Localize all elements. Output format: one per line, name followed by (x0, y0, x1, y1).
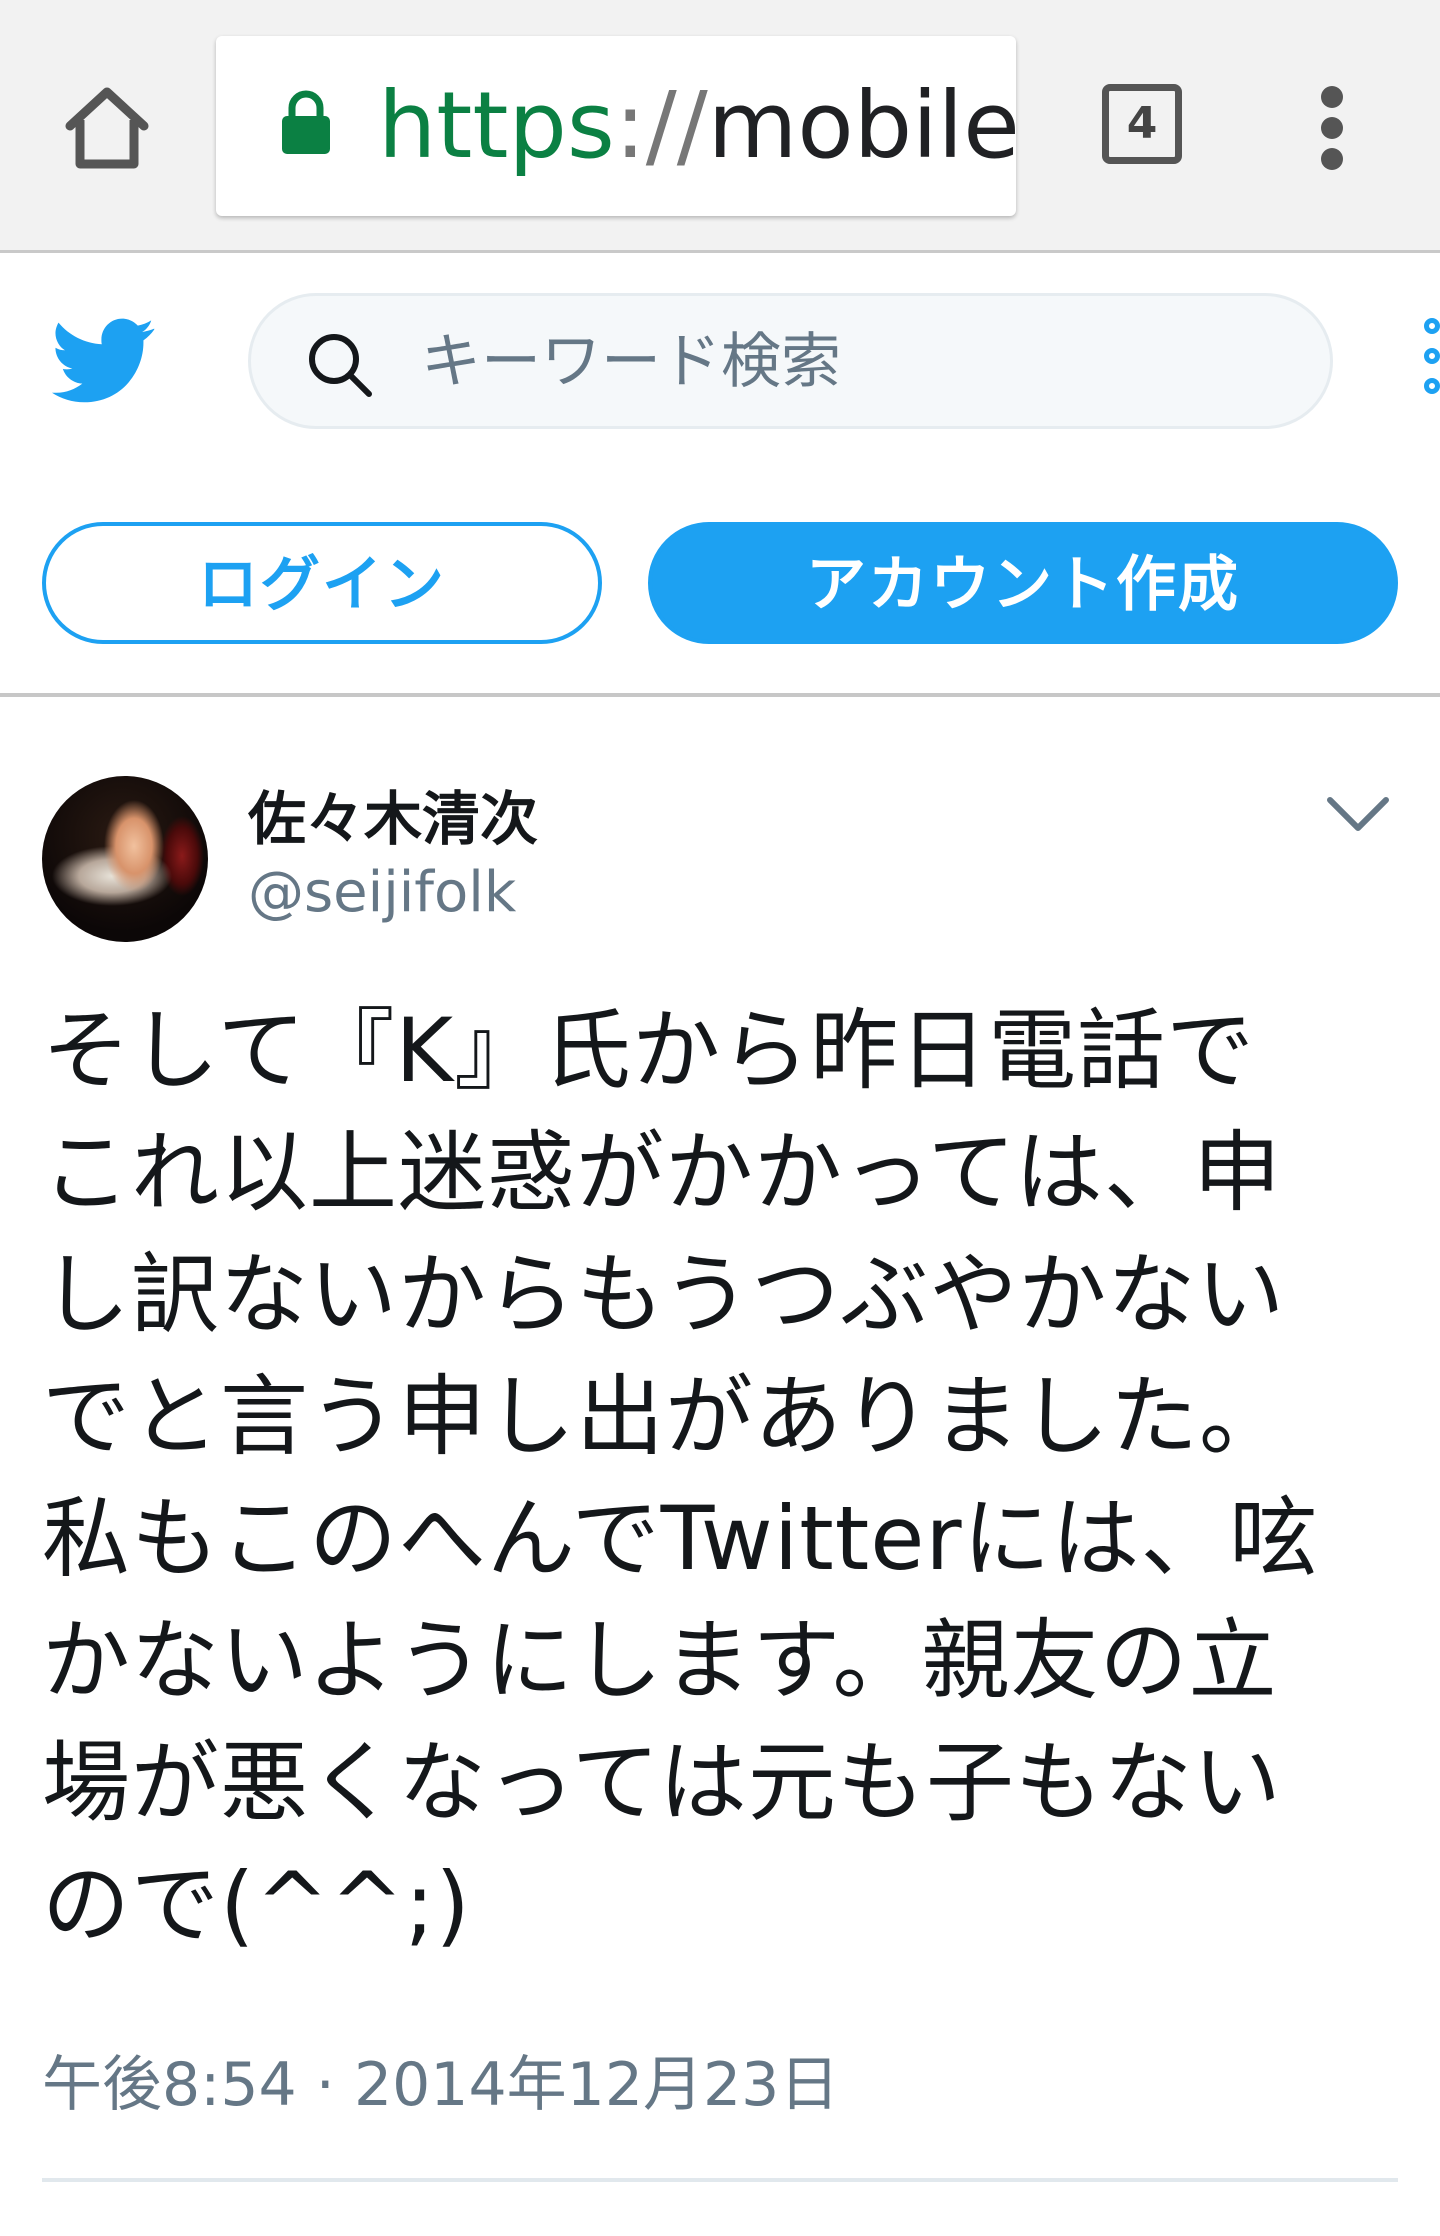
tab-switcher-button[interactable]: 4 (1102, 84, 1182, 164)
search-input[interactable] (419, 296, 1303, 428)
tweet-text-line: これ以上迷惑がかかっては、申 (42, 1121, 1282, 1224)
chevron-down-icon[interactable] (1324, 790, 1392, 838)
tweet-text-line: 私もこのへんでTwitterには、呟 (42, 1487, 1319, 1590)
tweet-text-line: し訳ないからもうつぶやかない (42, 1243, 1286, 1346)
tweet-text: そして『K』氏から昨日電話で これ以上迷惑がかかっては、申 し訳ないからもうつぶ… (42, 990, 1412, 1966)
browser-toolbar: https://mobile. 4 (0, 0, 1440, 253)
url-separator: :// (614, 72, 708, 179)
tweet-text-line: ので(^^;) (42, 1853, 471, 1956)
search-icon (309, 334, 372, 397)
header-divider (0, 693, 1440, 697)
tweet-text-line: でと言う申し出がありました。 (42, 1365, 1289, 1468)
url-text: https://mobile. (378, 76, 1016, 176)
tweet-timestamp[interactable]: 午後8:54 · 2014年12月23日 (42, 2036, 839, 2123)
search-box[interactable] (248, 293, 1333, 429)
tweet-text-line: かないようにします。親友の立 (42, 1609, 1278, 1712)
login-button[interactable]: ログイン (42, 522, 602, 644)
signup-button[interactable]: アカウント作成 (648, 522, 1398, 644)
tweet-text-line: 場が悪くなっては元も子もない (42, 1731, 1282, 1834)
home-icon[interactable] (62, 82, 152, 172)
url-host: mobile. (707, 72, 1016, 179)
address-bar[interactable]: https://mobile. (216, 36, 1016, 216)
tweet-text-line: そして『K』氏から昨日電話で (42, 999, 1256, 1102)
author-handle[interactable]: @seijifolk (248, 860, 516, 925)
author-name[interactable]: 佐々木清次 (248, 772, 538, 856)
more-options-icon[interactable] (1424, 318, 1440, 408)
url-scheme: https (378, 72, 615, 179)
twitter-bird-icon[interactable] (52, 318, 156, 406)
tweet-divider (42, 2178, 1398, 2182)
overflow-menu-icon[interactable] (1318, 86, 1346, 170)
lock-icon (282, 90, 330, 154)
avatar[interactable] (42, 776, 208, 942)
